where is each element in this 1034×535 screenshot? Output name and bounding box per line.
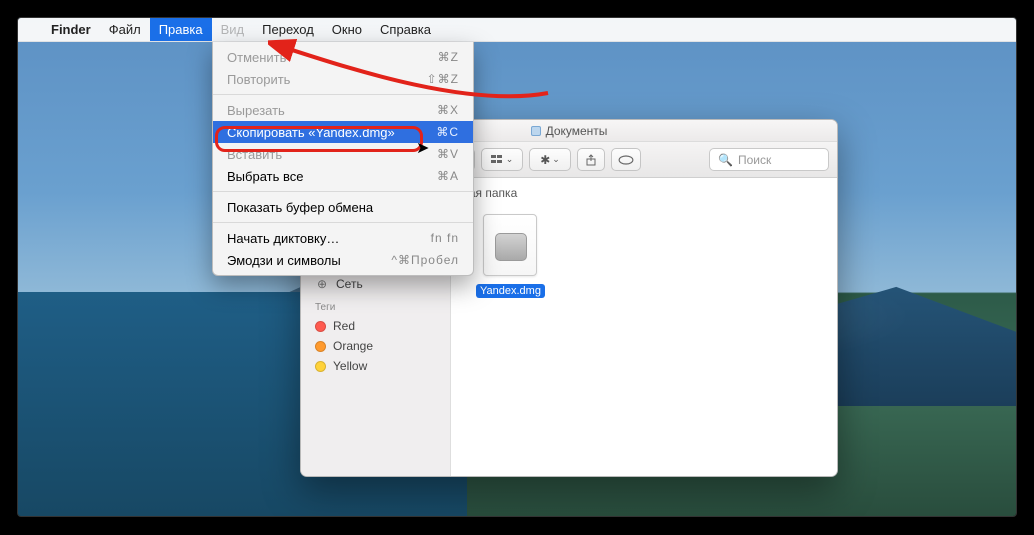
menu-view[interactable]: Вид bbox=[212, 18, 254, 41]
menu-edit[interactable]: Правка bbox=[150, 18, 212, 41]
window-title: Документы bbox=[546, 124, 608, 138]
action-button[interactable]: ✱⌄ bbox=[529, 148, 571, 171]
sidebar-heading-tags: Теги bbox=[301, 294, 450, 316]
sidebar-tag-orange[interactable]: Orange bbox=[301, 336, 450, 356]
file-browser[interactable]: щая папка Yandex.dmg bbox=[451, 178, 837, 476]
menu-item-show-clipboard[interactable]: Показать буфер обмена bbox=[213, 196, 473, 218]
share-button[interactable] bbox=[577, 148, 605, 171]
menu-item-redo: Повторить⇧⌘Z bbox=[213, 68, 473, 90]
tag-dot-icon bbox=[315, 361, 326, 372]
search-field[interactable]: 🔍 Поиск bbox=[709, 148, 829, 171]
menu-item-cut: Вырезать⌘X bbox=[213, 99, 473, 121]
network-icon: ⊕ bbox=[315, 277, 329, 291]
cursor-icon: ➤ bbox=[416, 138, 429, 158]
menu-item-dictation[interactable]: Начать диктовку…fn fn bbox=[213, 227, 473, 249]
tag-dot-icon bbox=[315, 321, 326, 332]
menu-go[interactable]: Переход bbox=[253, 18, 323, 41]
menu-item-select-all[interactable]: Выбрать все⌘A bbox=[213, 165, 473, 187]
menu-window[interactable]: Окно bbox=[323, 18, 371, 41]
menu-help[interactable]: Справка bbox=[371, 18, 440, 41]
sidebar-tag-yellow[interactable]: Yellow bbox=[301, 356, 450, 376]
tag-dot-icon bbox=[315, 341, 326, 352]
tags-button[interactable] bbox=[611, 148, 641, 171]
annotation-highlight bbox=[215, 126, 423, 152]
menu-item-undo: Отменить⌘Z bbox=[213, 46, 473, 68]
edit-menu-dropdown: Отменить⌘Z Повторить⇧⌘Z Вырезать⌘X Скопи… bbox=[212, 42, 474, 276]
search-icon: 🔍 bbox=[718, 153, 733, 167]
app-menu[interactable]: Finder bbox=[42, 18, 100, 41]
file-item[interactable]: Yandex.dmg bbox=[476, 214, 545, 299]
menubar: Finder Файл Правка Вид Переход Окно Спра… bbox=[18, 18, 1016, 42]
share-icon bbox=[585, 154, 597, 166]
menu-file[interactable]: Файл bbox=[100, 18, 150, 41]
arrange-button[interactable]: ⌄ bbox=[481, 148, 523, 171]
dmg-icon bbox=[483, 214, 537, 276]
file-label: Yandex.dmg bbox=[476, 284, 545, 298]
menu-item-emoji[interactable]: Эмодзи и символы^⌘Пробел bbox=[213, 249, 473, 271]
sidebar-tag-red[interactable]: Red bbox=[301, 316, 450, 336]
search-placeholder: Поиск bbox=[738, 153, 771, 167]
folder-icon bbox=[531, 126, 541, 136]
tag-icon bbox=[618, 154, 634, 166]
gear-icon: ✱ bbox=[540, 153, 550, 167]
sidebar-item-network[interactable]: ⊕Сеть bbox=[301, 274, 450, 294]
